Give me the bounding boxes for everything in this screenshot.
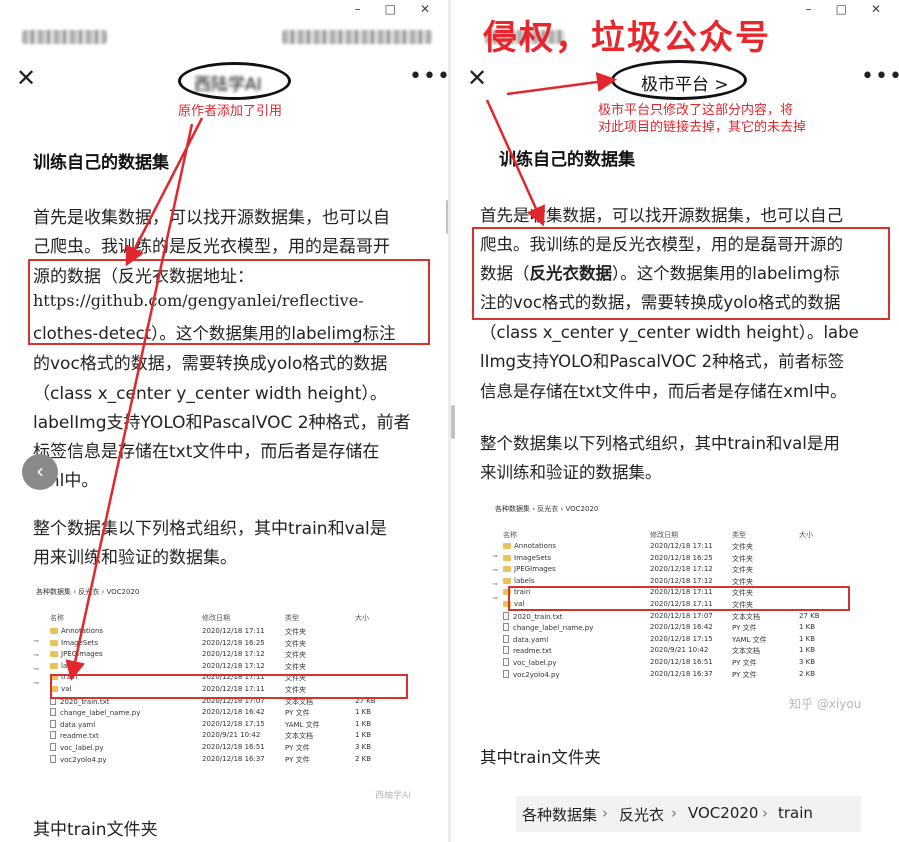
annotation-arrow bbox=[506, 72, 617, 96]
annotation-arrows bbox=[65, 72, 617, 681]
annotation-arrow bbox=[125, 117, 204, 267]
annotation-arrow bbox=[485, 99, 545, 227]
annotation-arrow bbox=[65, 123, 194, 681]
